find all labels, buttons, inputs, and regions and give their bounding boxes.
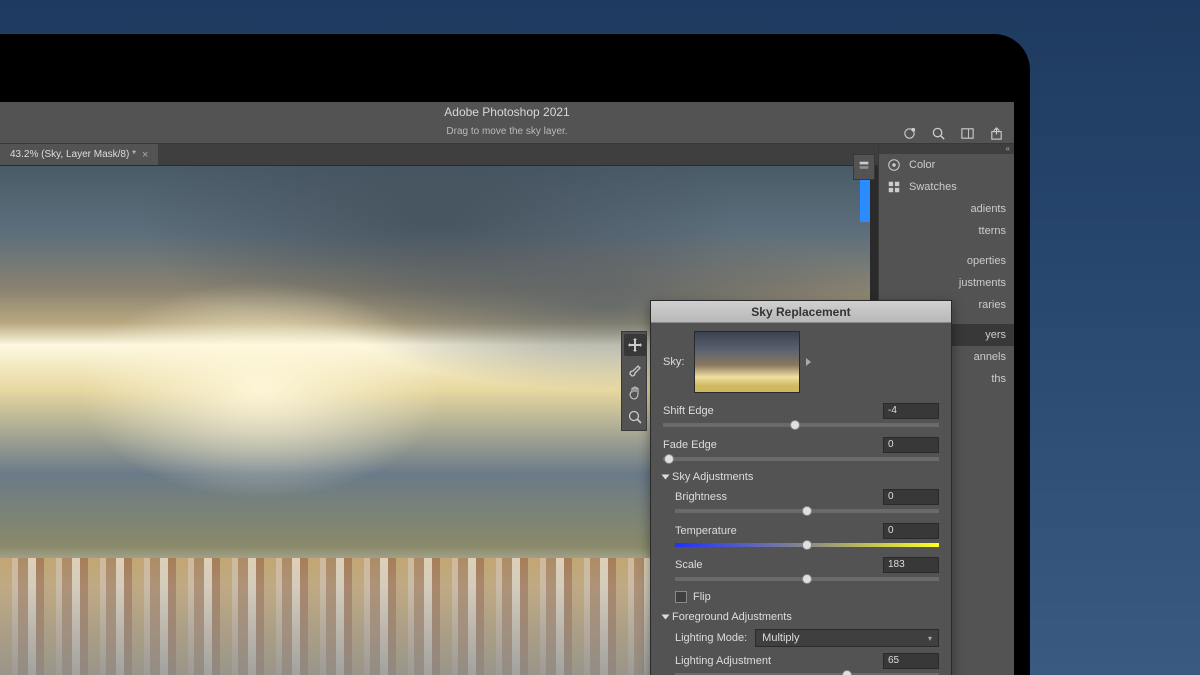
sky-preset-row: Sky: [663,331,939,393]
fade-edge-label: Fade Edge [663,439,717,451]
panel-libraries-label: raries [978,299,1006,311]
app-titlebar: Adobe Photoshop 2021 [0,102,1014,122]
brightness-label: Brightness [675,491,727,503]
sky-replacement-dialog: Sky Replacement Sky: Shift Edge [650,300,952,675]
sky-brush-tool-icon[interactable] [624,358,646,380]
slider-thumb[interactable] [842,670,852,675]
panel-swatches[interactable]: Swatches [879,176,1014,198]
share-icon[interactable] [989,126,1004,141]
flip-row[interactable]: Flip [675,591,939,603]
panel-properties[interactable]: operties [879,250,1014,272]
panel-color[interactable]: Color [879,154,1014,176]
temperature-slider[interactable] [675,543,939,547]
options-bar: Drag to move the sky layer. [0,122,1014,144]
zoom-tool-icon[interactable] [624,406,646,428]
lighting-adjustment-value[interactable]: 65 [883,653,939,669]
lighting-mode-label: Lighting Mode: [675,632,747,644]
flip-label: Flip [693,591,711,603]
tooltip-text: Drag to move the sky layer. [446,126,567,137]
dialog-tool-column [621,331,647,431]
swatches-icon [887,180,901,194]
chevron-down-icon: ▾ [928,634,932,643]
panel-adjustments[interactable]: justments [879,272,1014,294]
screen: Adobe Photoshop 2021 Drag to move the sk… [0,56,1014,675]
fade-edge-slider[interactable] [663,457,939,461]
sky-adjustments-section-header[interactable]: Sky Adjustments [663,471,939,483]
slider-thumb[interactable] [802,540,812,550]
panel-adjustments-label: justments [959,277,1006,289]
temperature-group: Temperature 0 [675,523,939,547]
dialog-body: Sky: Shift Edge -4 Fade Edge 0 [651,323,951,675]
slider-thumb[interactable] [664,454,674,464]
history-panel-icon[interactable] [854,157,874,177]
topbar-right-icons [902,122,1004,144]
shift-edge-label: Shift Edge [663,405,714,417]
slider-thumb[interactable] [802,506,812,516]
color-wheel-icon [887,158,901,172]
brightness-slider[interactable] [675,509,939,513]
document-tab-label: 43.2% (Sky, Layer Mask/8) * [10,149,136,160]
scale-group: Scale 183 [675,557,939,581]
shift-edge-value[interactable]: -4 [883,403,939,419]
fade-edge-group: Fade Edge 0 [663,437,939,461]
laptop-frame: Adobe Photoshop 2021 Drag to move the sk… [0,34,1030,675]
shift-edge-slider[interactable] [663,423,939,427]
panel-patterns-label: tterns [978,225,1006,237]
slider-thumb[interactable] [790,420,800,430]
collapsed-panel-icons [853,154,875,180]
lighting-mode-row: Lighting Mode: Multiply ▾ [675,629,939,647]
cloud-docs-icon[interactable] [902,126,917,141]
panel-color-label: Color [909,159,935,171]
search-icon[interactable] [931,126,946,141]
workspace-switcher-icon[interactable] [960,126,975,141]
dialog-titlebar[interactable]: Sky Replacement [651,301,951,323]
sky-adjustments-label: Sky Adjustments [672,471,753,483]
panel-collapse-strip[interactable]: « [879,144,1014,154]
temperature-label: Temperature [675,525,737,537]
brightness-group: Brightness 0 [675,489,939,513]
brightness-value[interactable]: 0 [883,489,939,505]
chevron-down-icon [662,615,670,620]
scale-value[interactable]: 183 [883,557,939,573]
panel-layers-label: yers [985,329,1006,341]
flip-checkbox[interactable] [675,591,687,603]
slider-thumb[interactable] [802,574,812,584]
hand-tool-icon[interactable] [624,382,646,404]
bezel [0,56,1014,102]
shift-edge-group: Shift Edge -4 [663,403,939,427]
lighting-adjustment-group: Lighting Adjustment 65 [675,653,939,675]
chevron-down-icon [662,475,670,480]
photoshop-app: Adobe Photoshop 2021 Drag to move the sk… [0,102,1014,675]
close-tab-icon[interactable]: × [142,149,148,161]
scale-slider[interactable] [675,577,939,581]
temperature-value[interactable]: 0 [883,523,939,539]
fade-edge-value[interactable]: 0 [883,437,939,453]
panel-gradients-label: adients [971,203,1006,215]
panel-swatches-label: Swatches [909,181,957,193]
panel-patterns[interactable]: tterns [879,220,1014,242]
foreground-adjustments-section-header[interactable]: Foreground Adjustments [663,611,939,623]
foreground-adjustments-label: Foreground Adjustments [672,611,792,623]
document-tab-active[interactable]: 43.2% (Sky, Layer Mask/8) * × [0,144,158,165]
panel-gradients[interactable]: adients [879,198,1014,220]
move-sky-tool-icon[interactable] [624,334,646,356]
lighting-adjustment-label: Lighting Adjustment [675,655,771,667]
lighting-mode-dropdown[interactable]: Multiply ▾ [755,629,939,647]
scale-label: Scale [675,559,703,571]
panel-properties-label: operties [967,255,1006,267]
sky-preset-dropdown[interactable] [694,331,800,393]
panel-channels-label: annels [974,351,1006,363]
panel-paths-label: ths [991,373,1006,385]
lighting-mode-value: Multiply [762,632,799,644]
sky-label: Sky: [663,356,684,368]
